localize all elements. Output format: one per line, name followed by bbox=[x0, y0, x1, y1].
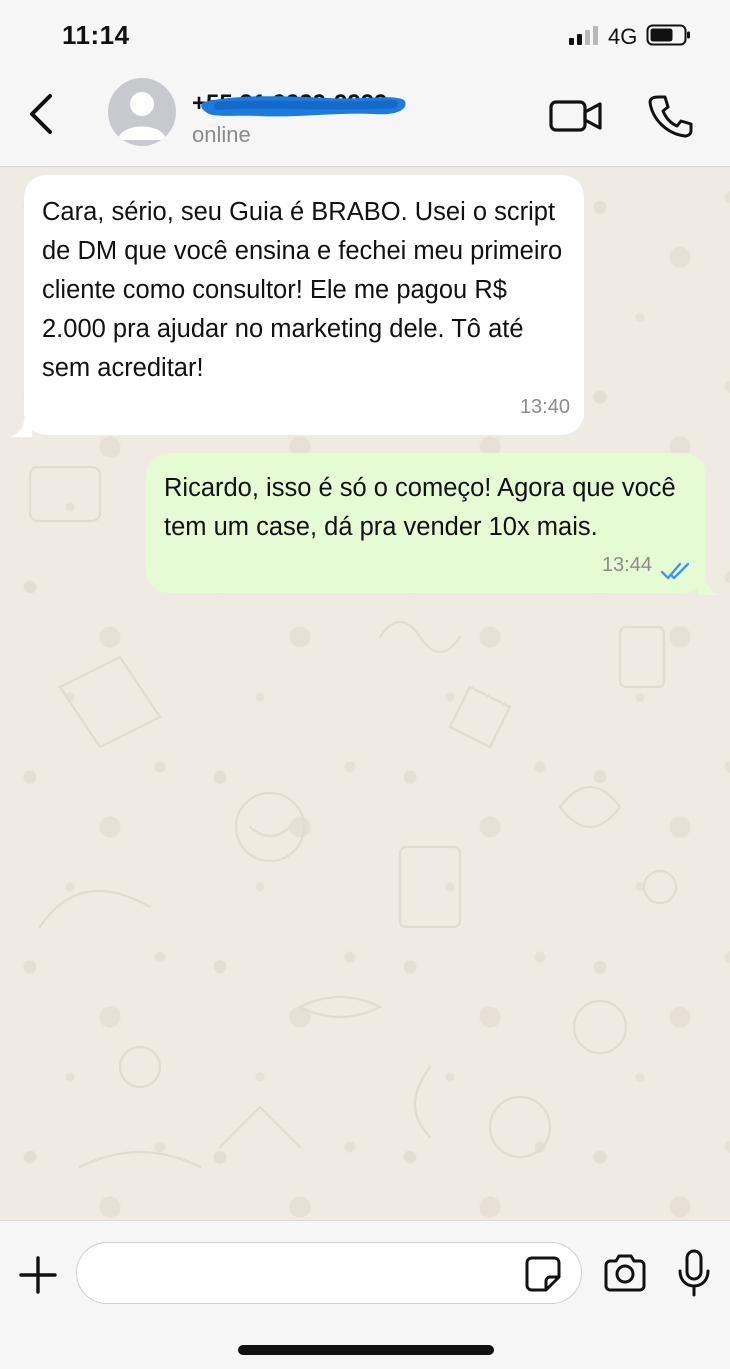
message-bubble-incoming[interactable]: Cara, sério, seu Guia é BRABO. Usei o sc… bbox=[24, 175, 584, 435]
chat-header: +55 31 9999-9999 online bbox=[0, 72, 730, 167]
bubble-tail-incoming bbox=[10, 419, 32, 437]
voice-call-button[interactable] bbox=[646, 92, 694, 140]
message-bubble-outgoing[interactable]: Ricardo, isso é só o começo! Agora que v… bbox=[146, 453, 706, 593]
double-check-icon bbox=[660, 562, 690, 580]
sticker-icon[interactable] bbox=[524, 1255, 562, 1293]
video-call-button[interactable] bbox=[548, 96, 604, 136]
bubble-tail-outgoing bbox=[698, 577, 720, 595]
contact-name[interactable]: +55 31 9999-9999 bbox=[192, 88, 412, 118]
status-time: 11:14 bbox=[62, 20, 130, 50]
composer bbox=[0, 1220, 730, 1369]
contact-status: online bbox=[192, 122, 251, 147]
back-button[interactable] bbox=[22, 92, 62, 136]
network-label: 4G bbox=[608, 24, 638, 49]
microphone-icon[interactable] bbox=[676, 1249, 712, 1297]
battery-icon bbox=[646, 24, 690, 46]
message-text: Cara, sério, seu Guia é BRABO. Usei o sc… bbox=[42, 198, 563, 382]
chat-area[interactable]: Cara, sério, seu Guia é BRABO. Usei o sc… bbox=[0, 167, 730, 1220]
default-avatar-icon bbox=[118, 92, 166, 140]
avatar[interactable] bbox=[108, 78, 176, 146]
redaction-scribble bbox=[201, 96, 406, 117]
signal-bars-icon bbox=[569, 26, 598, 45]
status-bar: 11:14 4G bbox=[0, 0, 730, 72]
camera-icon[interactable] bbox=[602, 1253, 648, 1293]
message-time: 13:40 bbox=[519, 396, 570, 418]
plus-icon[interactable] bbox=[18, 1255, 58, 1295]
message-input[interactable] bbox=[76, 1242, 582, 1304]
home-indicator bbox=[238, 1345, 494, 1355]
message-time: 13:44 bbox=[601, 554, 652, 576]
message-text: Ricardo, isso é só o começo! Agora que v… bbox=[164, 474, 676, 541]
